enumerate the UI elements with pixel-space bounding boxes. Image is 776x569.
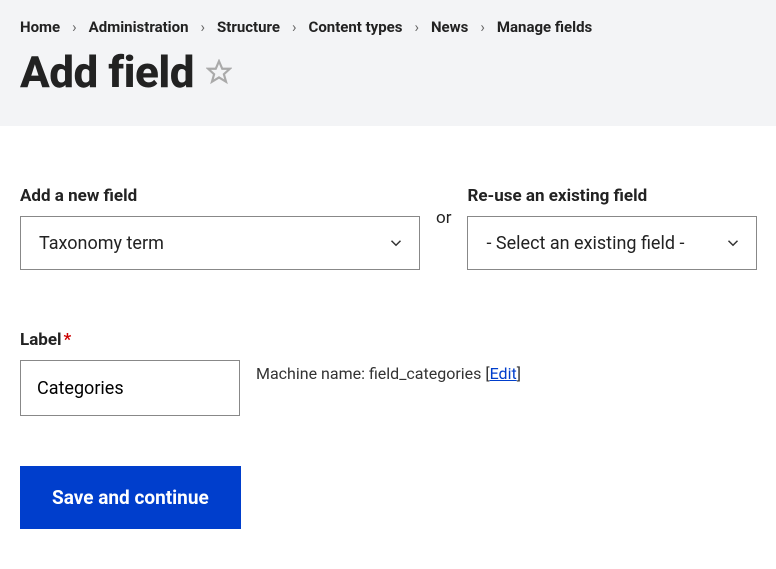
breadcrumb-link-administration[interactable]: Administration xyxy=(89,18,189,36)
page-header: Home › Administration › Structure › Cont… xyxy=(0,0,776,126)
field-type-row: Add a new field Taxonomy term or Re-use … xyxy=(20,186,756,270)
chevron-right-icon: › xyxy=(480,18,485,36)
chevron-down-icon xyxy=(724,234,742,252)
label-field-label: Label* xyxy=(20,330,240,350)
label-row: Label* Machine name: field_categories [E… xyxy=(20,330,756,416)
new-field-value: Taxonomy term xyxy=(39,233,164,254)
label-input[interactable] xyxy=(20,360,240,416)
page-title-wrap: Add field xyxy=(20,46,756,98)
chevron-right-icon: › xyxy=(201,18,206,36)
new-field-select[interactable]: Taxonomy term xyxy=(20,216,420,270)
machine-name-display: Machine name: field_categories [Edit] xyxy=(256,364,521,383)
label-field-block: Label* xyxy=(20,330,240,416)
chevron-right-icon: › xyxy=(414,18,419,36)
reuse-field-col: Re-use an existing field - Select an exi… xyxy=(467,186,757,270)
machine-name-edit-link[interactable]: Edit xyxy=(490,364,517,383)
breadcrumb: Home › Administration › Structure › Cont… xyxy=(20,18,756,36)
content-region: Add a new field Taxonomy term or Re-use … xyxy=(0,126,776,569)
label-field-label-text: Label xyxy=(20,330,62,350)
machine-name-bracket: ] xyxy=(517,364,521,383)
page-title: Add field xyxy=(20,46,194,98)
chevron-right-icon: › xyxy=(292,18,297,36)
reuse-field-label: Re-use an existing field xyxy=(467,186,757,206)
breadcrumb-link-home[interactable]: Home xyxy=(20,18,60,36)
breadcrumb-link-manage-fields[interactable]: Manage fields xyxy=(497,18,592,36)
chevron-right-icon: › xyxy=(72,18,77,36)
breadcrumb-link-news[interactable]: News xyxy=(431,18,468,36)
save-continue-button[interactable]: Save and continue xyxy=(20,466,241,529)
chevron-down-icon xyxy=(387,234,405,252)
reuse-field-value: - Select an existing field - xyxy=(486,233,684,254)
star-icon[interactable] xyxy=(206,59,232,85)
machine-name-value: field_categories xyxy=(369,364,481,383)
or-text: or xyxy=(436,208,451,270)
reuse-field-select[interactable]: - Select an existing field - xyxy=(467,216,757,270)
machine-name-prefix: Machine name: xyxy=(256,364,369,383)
required-marker: * xyxy=(64,330,72,350)
new-field-label: Add a new field xyxy=(20,186,420,206)
breadcrumb-link-content-types[interactable]: Content types xyxy=(309,18,403,36)
new-field-col: Add a new field Taxonomy term xyxy=(20,186,420,270)
breadcrumb-link-structure[interactable]: Structure xyxy=(217,18,280,36)
